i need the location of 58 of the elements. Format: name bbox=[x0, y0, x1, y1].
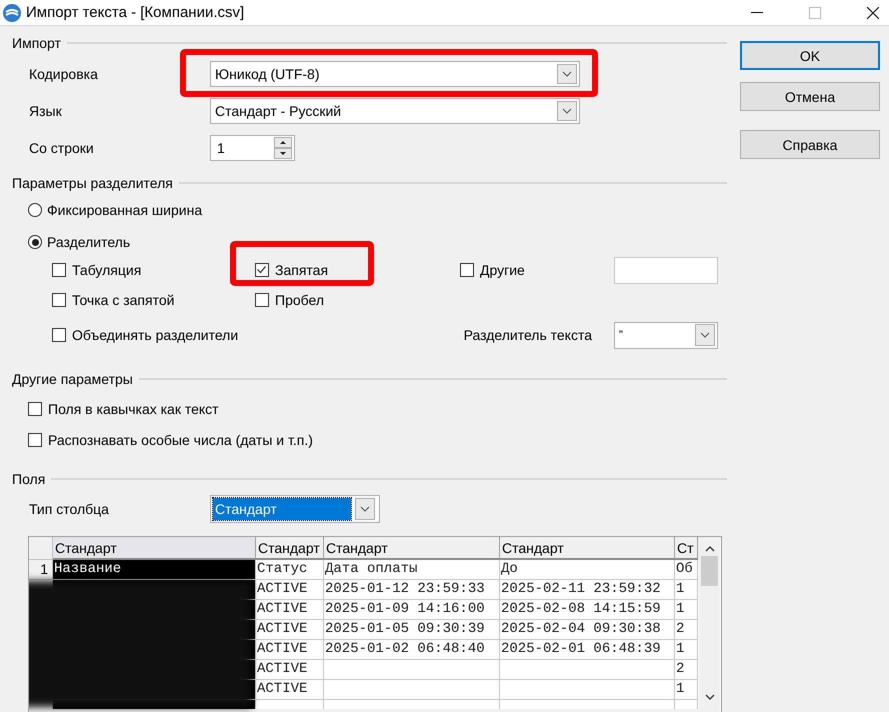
checkbox-label: Табуляция bbox=[72, 262, 142, 278]
language-dropdown[interactable]: Стандарт - Русский bbox=[210, 98, 580, 124]
checkbox-label: Точка с запятой bbox=[72, 292, 174, 308]
checkbox-label: Другие bbox=[480, 262, 525, 278]
table-cell: 1 bbox=[675, 580, 698, 600]
checkbox-label: Пробел bbox=[275, 292, 324, 308]
table-cell: ACTIVE bbox=[256, 600, 324, 620]
table-cell: ACTIVE bbox=[256, 640, 324, 660]
table-cell: 2025-02-11 23:59:32 bbox=[500, 580, 675, 600]
table-cell: 1 bbox=[675, 640, 698, 660]
encoding-label: Кодировка bbox=[29, 66, 99, 82]
text-delimiter-label: Разделитель текста bbox=[464, 327, 592, 343]
table-cell: 2025-02-08 14:15:59 bbox=[500, 600, 675, 620]
radio-label: Фиксированная ширина bbox=[47, 202, 202, 218]
table-cell: Название bbox=[53, 560, 256, 580]
dialog-button[interactable]: Отмена bbox=[740, 82, 880, 111]
table-cell: 2 bbox=[675, 660, 698, 680]
table-cell: 1 bbox=[675, 680, 698, 700]
language-label: Язык bbox=[29, 103, 63, 119]
table-cell: 2025-02-04 09:30:38 bbox=[500, 620, 675, 640]
checkbox-label: Поля в кавычках как текст bbox=[48, 401, 219, 417]
checkbox-label: Объединять разделители bbox=[72, 327, 238, 343]
table-cell: 1 bbox=[675, 600, 698, 620]
column-header[interactable]: Стандарт bbox=[500, 537, 675, 560]
column-header[interactable]: Стандарт bbox=[53, 537, 256, 560]
row-number: 1 bbox=[29, 560, 53, 580]
column-header[interactable]: Стандарт bbox=[324, 537, 500, 560]
table-cell: 2025-02-01 06:48:39 bbox=[500, 640, 675, 660]
table-cell: ACTIVE bbox=[256, 620, 324, 640]
table-cell: ACTIVE bbox=[256, 680, 324, 700]
section-heading: Импорт bbox=[12, 35, 61, 51]
text-delimiter-dropdown[interactable]: " bbox=[614, 322, 718, 348]
window-title: Импорт текста - [Компании.csv] bbox=[26, 4, 244, 21]
section-heading: Поля bbox=[12, 471, 46, 487]
column-type-dropdown[interactable]: Стандарт bbox=[210, 495, 380, 523]
table-cell: 2025-01-12 23:59:33 bbox=[324, 580, 500, 600]
table-cell: 2025-01-05 09:30:39 bbox=[324, 620, 500, 640]
table-cell: 2025-01-09 14:16:00 bbox=[324, 600, 500, 620]
table-cell: ACTIVE bbox=[256, 580, 324, 600]
table-cell: 2025-01-02 06:48:40 bbox=[324, 640, 500, 660]
encoding-dropdown[interactable]: Юникод (UTF-8) bbox=[210, 61, 580, 87]
checkbox-label: Распознавать особые числа (даты и т.п.) bbox=[48, 432, 313, 448]
start-row-label: Со строки bbox=[29, 140, 95, 156]
start-row-spinbox[interactable]: 1 bbox=[210, 135, 295, 161]
dialog-button[interactable]: Справка bbox=[740, 130, 880, 159]
column-header[interactable]: Стандарт bbox=[256, 537, 324, 560]
section-heading: Параметры разделителя bbox=[12, 175, 173, 191]
section-heading: Другие параметры bbox=[12, 371, 133, 387]
dialog-button[interactable]: OK bbox=[740, 41, 880, 70]
radio-label: Разделитель bbox=[47, 234, 130, 250]
column-type-label: Тип столбца bbox=[29, 501, 110, 517]
table-cell: ACTIVE bbox=[256, 660, 324, 680]
table-cell: 2 bbox=[675, 620, 698, 640]
checkbox-label: Запятая bbox=[275, 262, 328, 278]
table-cell: Дата оплаты bbox=[324, 560, 500, 580]
table-cell: Об bbox=[675, 560, 698, 580]
table-cell: До bbox=[500, 560, 675, 580]
table-cell: Статус bbox=[256, 560, 324, 580]
